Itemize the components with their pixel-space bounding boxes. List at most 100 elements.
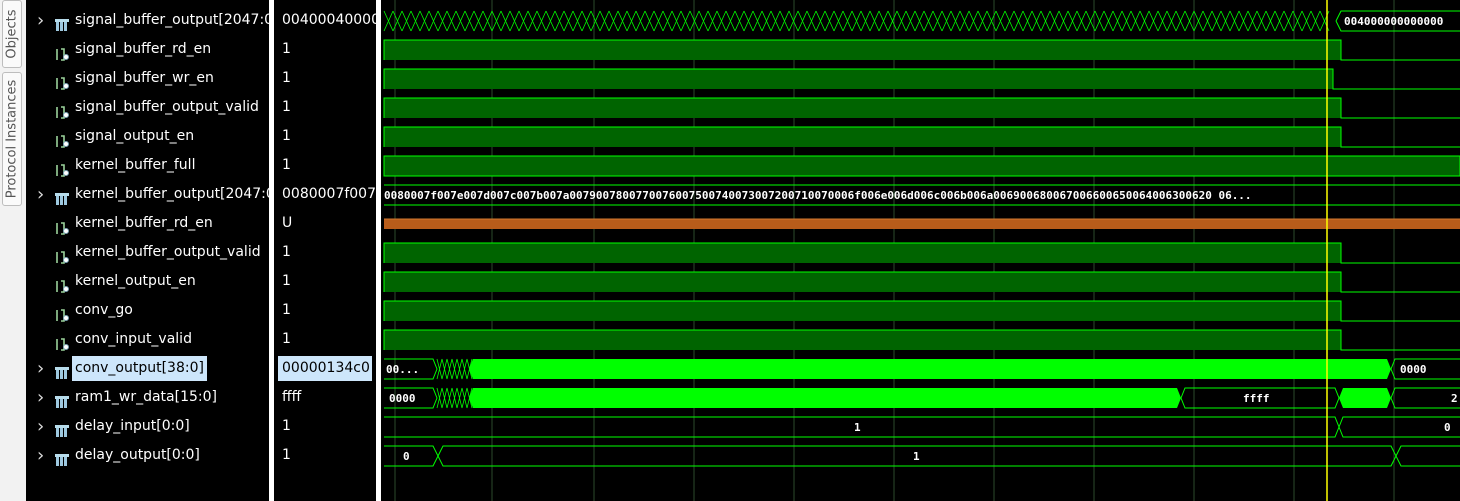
signal-value-row[interactable]: U	[274, 209, 376, 238]
bit-signal-icon	[55, 43, 69, 61]
signal-value-row[interactable]: 1	[274, 412, 376, 441]
signal-value-row[interactable]: 1	[274, 238, 376, 267]
bit-signal-icon	[55, 246, 69, 264]
signal-value: 1	[282, 70, 291, 86]
signal-name[interactable]: kernel_buffer_output_valid	[75, 238, 261, 267]
signal-name[interactable]: delay_input[0:0]	[75, 412, 190, 441]
signal-name[interactable]: kernel_output_en	[75, 267, 196, 296]
expand-chevron-icon[interactable]: ›	[37, 383, 49, 412]
signal-row[interactable]: conv_input_valid	[29, 325, 269, 354]
expand-chevron-icon[interactable]: ›	[37, 412, 49, 441]
signal-value-row[interactable]: ffff	[274, 383, 376, 412]
signal-name[interactable]: kernel_buffer_full	[75, 151, 195, 180]
bit-signal-icon	[55, 217, 69, 235]
signal-value-row[interactable]: 1	[274, 64, 376, 93]
wave-trace	[384, 445, 439, 467]
expand-chevron-icon[interactable]: ›	[37, 441, 49, 470]
signal-value: 1	[282, 41, 291, 57]
bit-signal-icon	[55, 159, 69, 177]
signal-value-row[interactable]: 1	[274, 93, 376, 122]
wave-trace	[1338, 416, 1460, 438]
signal-name[interactable]: signal_buffer_rd_en	[75, 35, 211, 64]
signal-value: 1	[282, 447, 291, 463]
signal-name[interactable]: conv_go	[75, 296, 133, 325]
signal-row[interactable]: signal_output_en	[29, 122, 269, 151]
bus-value-label: 0000	[1400, 363, 1427, 376]
bus-value-label: 0080007f007e007d007c007b007a007900780077…	[384, 189, 1252, 202]
signal-value: 004000400000	[282, 12, 376, 28]
signal-name[interactable]: signal_buffer_output[2047:0]	[75, 6, 279, 35]
signal-name[interactable]: signal_buffer_output_valid	[75, 93, 259, 122]
signal-row[interactable]: conv_go	[29, 296, 269, 325]
signal-value: 1	[282, 157, 291, 173]
signal-name[interactable]: conv_input_valid	[75, 325, 192, 354]
signal-name[interactable]: signal_buffer_wr_en	[75, 64, 214, 93]
signal-row[interactable]: kernel_buffer_output_valid	[29, 238, 269, 267]
signal-row[interactable]: kernel_buffer_rd_en	[29, 209, 269, 238]
wave-high-fill	[384, 330, 1341, 350]
signal-value-row[interactable]: 1	[274, 325, 376, 354]
signal-value-row[interactable]: 0080007f007e	[274, 180, 376, 209]
wave-dense-fill	[469, 388, 1181, 408]
signal-name[interactable]: conv_output[38:0]	[72, 356, 207, 381]
signal-row[interactable]: › delay_input[0:0]	[29, 412, 269, 441]
wave-undefined-fill	[384, 219, 1460, 229]
signal-name-column: › signal_buffer_output[2047:0] signal_buff…	[29, 0, 280, 501]
bus-signal-icon	[55, 420, 69, 437]
signal-row[interactable]: kernel_buffer_full	[29, 151, 269, 180]
signal-value-row[interactable]: 00000134c0	[274, 354, 376, 383]
wave-high-fill	[384, 301, 1341, 321]
bus-value-label: 004000000000000	[1344, 15, 1443, 28]
expand-chevron-icon[interactable]: ›	[37, 180, 49, 209]
bus-value-label: ffff	[1243, 392, 1270, 405]
signal-value-row[interactable]: 1	[274, 296, 376, 325]
bus-signal-icon	[55, 362, 69, 379]
bus-signal-icon	[55, 449, 69, 466]
signal-row[interactable]: › signal_buffer_output[2047:0]	[29, 6, 279, 35]
signal-row[interactable]: signal_buffer_rd_en	[29, 35, 269, 64]
signal-value-row[interactable]: 1	[274, 267, 376, 296]
wave-transitions	[436, 387, 473, 409]
bus-value-label: 1	[913, 450, 920, 463]
signal-row[interactable]: signal_buffer_output_valid	[29, 93, 269, 122]
bus-value-label: 0	[403, 450, 410, 463]
signal-name[interactable]: kernel_buffer_rd_en	[75, 209, 213, 238]
signal-value: 1	[282, 418, 291, 434]
wave-trace	[1395, 445, 1460, 467]
wave-high-fill	[384, 69, 1333, 89]
signal-value-row[interactable]: 1	[274, 35, 376, 64]
signal-row[interactable]: › conv_output[38:0]	[29, 354, 269, 383]
wave-high-fill	[384, 127, 1341, 147]
bus-value-label: 0	[1444, 421, 1451, 434]
bus-value-label: 1	[854, 421, 861, 434]
signal-row[interactable]: signal_buffer_wr_en	[29, 64, 269, 93]
signal-value-column: 004000400000 1 1 1 1 1 0080007f007e U 1 1 1 1 000001…	[274, 0, 376, 501]
signal-value: U	[282, 215, 293, 231]
signal-name[interactable]: delay_output[0:0]	[75, 441, 200, 470]
bus-value-label: 0000	[389, 392, 416, 405]
signal-row[interactable]: › kernel_buffer_output[2047:0]	[29, 180, 280, 209]
signal-value-row[interactable]: 004000400000	[274, 6, 376, 35]
signal-name[interactable]: kernel_buffer_output[2047:0]	[75, 180, 280, 209]
expand-chevron-icon[interactable]: ›	[37, 354, 49, 383]
signal-name[interactable]: ram1_wr_data[15:0]	[75, 383, 217, 412]
bit-signal-icon	[55, 275, 69, 293]
tab-objects[interactable]: Objects	[2, 0, 22, 68]
bus-value-label: 2	[1451, 392, 1458, 405]
expand-chevron-icon[interactable]: ›	[37, 6, 49, 35]
wave-high-fill	[384, 40, 1341, 60]
waveform-canvas[interactable]: 004000000000000 0080007f007e007d007c007b0…	[381, 0, 1460, 501]
signal-row[interactable]: › delay_output[0:0]	[29, 441, 269, 470]
signal-row[interactable]: › ram1_wr_data[15:0]	[29, 383, 269, 412]
wave-dense-fill	[469, 359, 1391, 379]
signal-row[interactable]: kernel_output_en	[29, 267, 269, 296]
tab-protocol-instances[interactable]: Protocol Instances	[2, 72, 22, 206]
signal-value-row[interactable]: 1	[274, 441, 376, 470]
signal-value-row[interactable]: 1	[274, 122, 376, 151]
bit-signal-icon	[55, 72, 69, 90]
bus-signal-icon	[55, 14, 69, 31]
wave-high-fill	[384, 98, 1341, 118]
wave-high-fill	[384, 243, 1341, 263]
signal-value-row[interactable]: 1	[274, 151, 376, 180]
signal-name[interactable]: signal_output_en	[75, 122, 194, 151]
